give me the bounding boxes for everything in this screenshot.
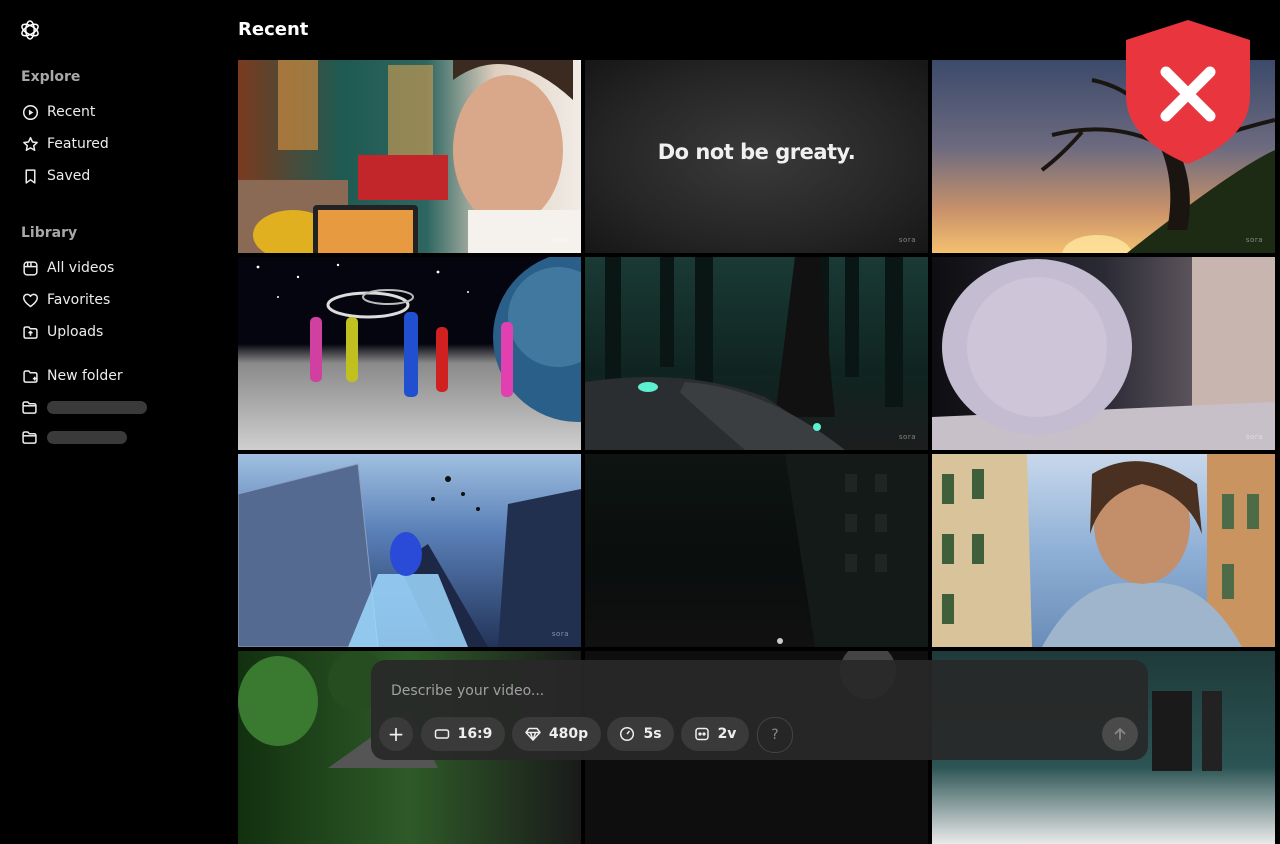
help-icon: ? — [771, 727, 779, 743]
new-folder-button[interactable]: New folder — [21, 364, 123, 388]
aspect-ratio-button[interactable]: 16:9 — [421, 717, 505, 751]
video-thumbnail[interactable]: sora — [238, 60, 581, 253]
variations-icon — [694, 726, 710, 742]
heart-icon — [21, 291, 39, 309]
video-thumbnail[interactable] — [932, 454, 1275, 647]
watermark: sora — [1245, 236, 1263, 244]
plus-icon: + — [387, 722, 405, 746]
bookmark-icon — [21, 167, 39, 185]
explore-heading: Explore — [21, 69, 81, 85]
library-heading: Library — [21, 225, 78, 241]
sidebar-item-label: Saved — [47, 168, 91, 184]
sidebar: Explore Recent Featured Saved Library Al… — [0, 0, 222, 768]
submit-button[interactable] — [1102, 717, 1138, 751]
thumbnail-art — [932, 257, 1275, 450]
thumbnail-art — [932, 454, 1275, 647]
video-thumbnail[interactable] — [585, 454, 928, 647]
folder-icon — [21, 399, 38, 416]
thumbnail-art — [585, 257, 903, 450]
variations-button[interactable]: 2v — [681, 717, 749, 751]
sidebar-item-label: Featured — [47, 136, 109, 152]
folder-name-placeholder — [47, 400, 147, 414]
blocked-shield-icon — [1126, 20, 1250, 164]
thumbnail-art — [238, 463, 581, 647]
sidebar-item-recent[interactable]: Recent — [21, 100, 95, 124]
diamond-icon — [525, 726, 541, 742]
page-title: Recent — [238, 19, 309, 40]
aspect-ratio-label: 16:9 — [457, 726, 493, 742]
video-thumbnail[interactable] — [238, 257, 581, 450]
thumbnail-art — [238, 60, 581, 253]
arrow-up-icon — [1112, 726, 1128, 742]
video-thumbnail[interactable]: sora — [585, 257, 928, 450]
folder-name-placeholder — [47, 430, 127, 444]
play-circle-icon — [21, 103, 39, 121]
video-thumbnail[interactable]: sora — [932, 257, 1275, 450]
app-logo-icon[interactable] — [18, 18, 42, 42]
thumbnail-art — [777, 454, 928, 647]
upload-icon — [21, 323, 39, 341]
sidebar-item-label: Favorites — [47, 292, 111, 308]
duration-button[interactable]: 5s — [607, 717, 674, 751]
add-button[interactable]: + — [379, 717, 413, 751]
thumbnail-caption: Do not be greaty. — [657, 140, 856, 164]
sidebar-item-uploads[interactable]: Uploads — [21, 320, 103, 344]
sidebar-item-featured[interactable]: Featured — [21, 132, 109, 156]
help-button[interactable]: ? — [757, 717, 793, 753]
watermark: sora — [898, 433, 916, 441]
duration-label: 5s — [643, 726, 662, 742]
watermark: sora — [1245, 433, 1263, 441]
resolution-label: 480p — [548, 726, 589, 742]
clock-icon — [619, 726, 635, 742]
folder-icon — [21, 429, 38, 446]
thumbnail-art — [256, 257, 581, 422]
sidebar-item-label: All videos — [47, 260, 115, 276]
sidebar-item-favorites[interactable]: Favorites — [21, 288, 110, 312]
star-icon — [21, 135, 39, 153]
new-folder-label: New folder — [47, 368, 123, 384]
prompt-input[interactable] — [391, 680, 1091, 702]
folder-plus-icon — [21, 367, 39, 385]
watermark: sora — [551, 630, 569, 638]
resolution-button[interactable]: 480p — [512, 717, 601, 751]
video-thumbnail[interactable]: Do not be greaty. sora — [585, 60, 928, 253]
sidebar-item-all-videos[interactable]: All videos — [21, 256, 114, 280]
folder-item[interactable] — [21, 399, 147, 415]
sidebar-item-label: Recent — [47, 104, 96, 120]
folder-item[interactable] — [21, 429, 127, 445]
sidebar-item-saved[interactable]: Saved — [21, 164, 90, 188]
variations-label: 2v — [717, 726, 737, 742]
watermark: sora — [551, 236, 569, 244]
aspect-ratio-icon — [434, 726, 450, 742]
watermark: sora — [898, 236, 916, 244]
sidebar-item-label: Uploads — [47, 324, 104, 340]
video-thumbnail[interactable]: sora — [238, 454, 581, 647]
prompt-composer: + 16:9 480p 5s 2v ? — [371, 660, 1148, 760]
gallery-icon — [21, 259, 39, 277]
